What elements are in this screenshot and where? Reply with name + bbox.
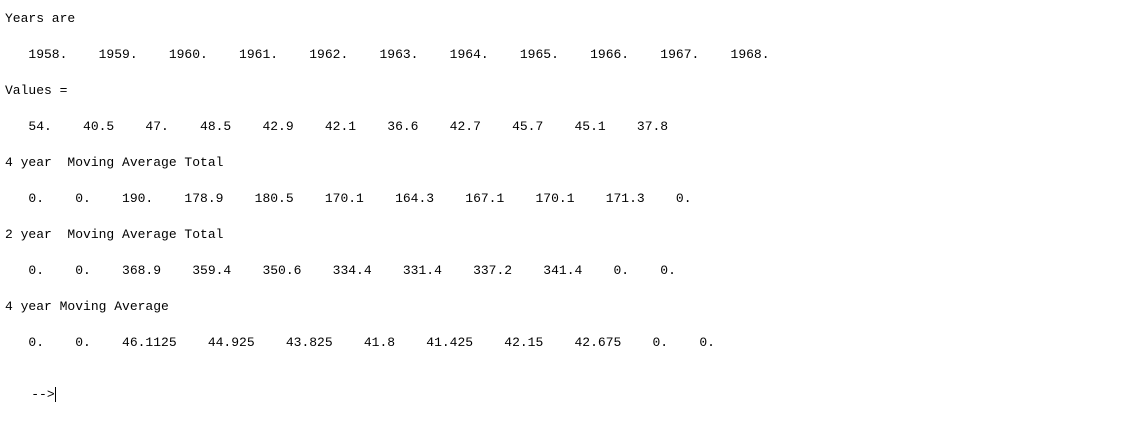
console-output: Years are 1958. 1959. 1960. 1961. 1962. … [0,0,1128,447]
text-cursor [54,387,56,403]
values-row: 54. 40.5 47. 48.5 42.9 42.1 36.6 42.7 45… [5,119,669,134]
values-label: Values = [5,83,68,98]
moving-average-2-total-row: 0. 0. 368.9 359.4 350.6 334.4 331.4 337.… [5,263,676,278]
moving-average-4-total-row: 0. 0. 190. 178.9 180.5 170.1 164.3 167.1… [5,191,692,206]
moving-average-2-total-label: 2 year Moving Average Total [5,227,224,242]
moving-average-4-row: 0. 0. 46.1125 44.925 43.825 41.8 41.425 … [5,335,715,350]
command-prompt-line[interactable]: --> [0,371,56,403]
moving-average-4-total-label: 4 year Moving Average Total [5,155,224,170]
years-values: 1958. 1959. 1960. 1961. 1962. 1963. 1964… [5,47,770,62]
years-label: Years are [5,11,76,26]
prompt-symbol: --> [31,387,55,402]
moving-average-4-label: 4 year Moving Average [5,299,169,314]
